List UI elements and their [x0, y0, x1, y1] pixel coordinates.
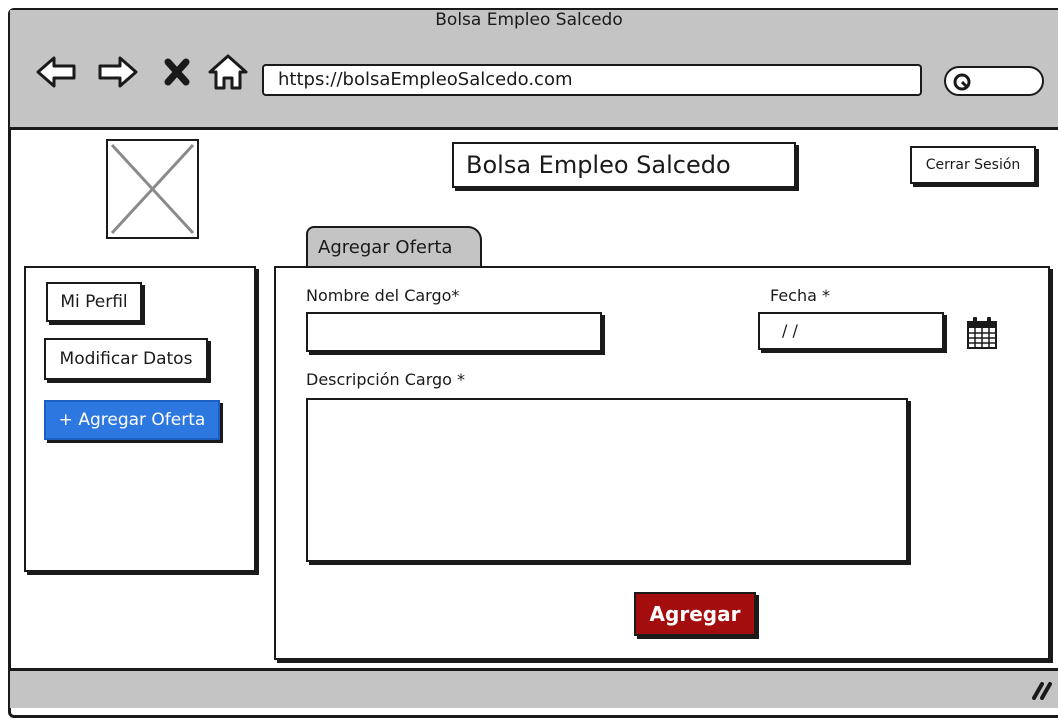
- tab-agregar-oferta[interactable]: Agregar Oferta: [306, 226, 482, 270]
- logo-placeholder: [106, 139, 199, 239]
- browser-status-bar: [10, 668, 1058, 708]
- logout-button[interactable]: Cerrar Sesión: [910, 146, 1036, 184]
- search-icon: [953, 73, 971, 91]
- descripcion-label: Descripción Cargo *: [306, 370, 466, 389]
- forward-icon[interactable]: [96, 50, 140, 94]
- page-title: Bolsa Empleo Salcedo: [452, 142, 796, 188]
- close-icon[interactable]: [160, 50, 204, 94]
- cargo-input[interactable]: [306, 312, 602, 352]
- descripcion-textarea[interactable]: [306, 398, 908, 562]
- fecha-input[interactable]: / /: [758, 312, 944, 350]
- calendar-icon[interactable]: [962, 312, 1002, 352]
- sidebar-item-modificar-datos[interactable]: Modificar Datos: [44, 338, 208, 380]
- url-bar[interactable]: https://bolsaEmpleoSalcedo.com: [262, 64, 922, 96]
- sidebar-item-agregar-oferta[interactable]: + Agregar Oferta: [44, 400, 220, 440]
- fecha-label: Fecha *: [770, 286, 830, 305]
- sidebar-item-mi-perfil[interactable]: Mi Perfil: [46, 282, 142, 322]
- home-icon[interactable]: [206, 50, 250, 94]
- browser-search-field[interactable]: [944, 66, 1044, 96]
- resize-grip-icon[interactable]: [1030, 680, 1054, 700]
- back-icon[interactable]: [34, 50, 78, 94]
- agregar-button[interactable]: Agregar: [634, 592, 756, 636]
- window-title: Bolsa Empleo Salcedo: [435, 10, 623, 30]
- cargo-label: Nombre del Cargo*: [306, 286, 460, 305]
